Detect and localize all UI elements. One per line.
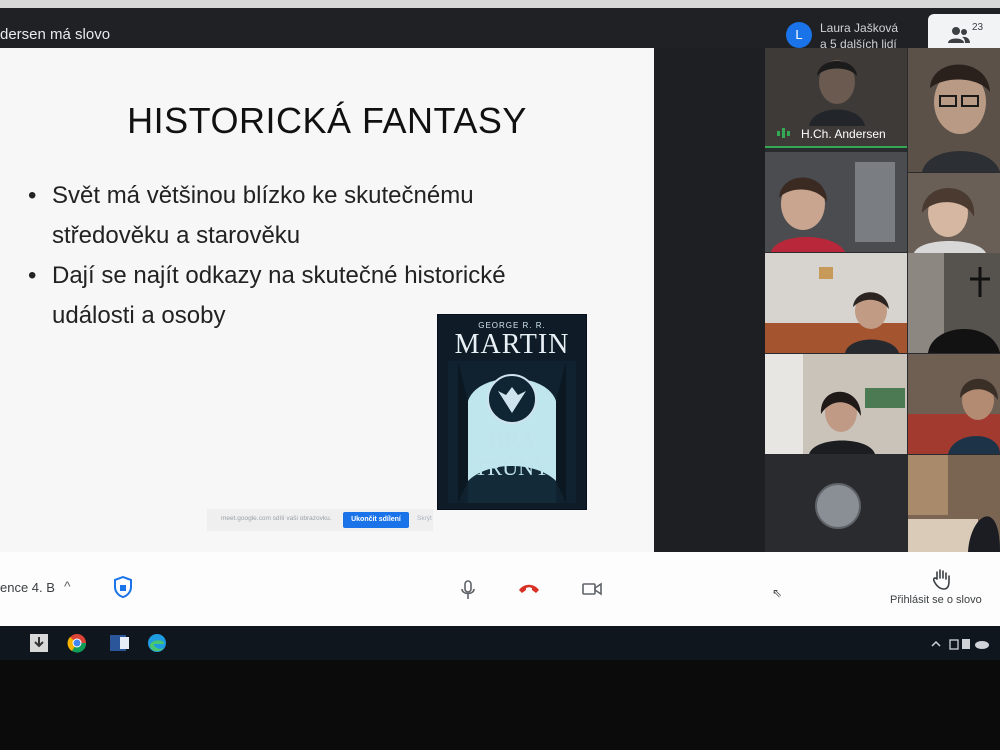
raise-hand-label[interactable]: Přihlásit se o slovo — [890, 594, 982, 606]
raise-hand-icon[interactable] — [932, 568, 952, 590]
share-notice: meet.google.com sdílí vaši obrazovku. — [221, 515, 332, 522]
stop-sharing-button[interactable]: Ukončit sdílení — [343, 512, 409, 528]
participant-tile[interactable] — [908, 455, 1000, 552]
bullet-dot: • — [28, 182, 37, 209]
os-taskbar — [0, 626, 1000, 660]
participant-video — [771, 162, 895, 252]
chevron-up-icon[interactable]: ^ — [64, 578, 71, 594]
browser-tab-strip — [0, 0, 1000, 8]
taskbar-edge-icon[interactable] — [142, 630, 172, 656]
participant-video — [908, 253, 1000, 353]
speaking-indicator-icon — [777, 128, 790, 138]
participant-video — [765, 267, 907, 353]
taskbar-word-icon[interactable] — [104, 630, 134, 656]
participant-video — [809, 60, 865, 126]
participant-avatar — [815, 483, 861, 529]
participant-video — [908, 455, 1000, 552]
meet-header: dersen má slovo L Laura Jašková a 5 dalš… — [0, 8, 1000, 56]
book-author: MARTIN — [454, 329, 570, 360]
participant-tile[interactable] — [908, 253, 1000, 353]
mouse-cursor-icon: ⇖ — [772, 586, 783, 600]
screen-share-bar: meet.google.com sdílí vaši obrazovku. Uk… — [207, 509, 433, 531]
participant-video — [765, 354, 905, 454]
participant-tile[interactable] — [765, 152, 907, 252]
meeting-controls: ence 4. B ^ ⇖ Přihlásit se o slovo — [0, 552, 1000, 626]
hang-up-icon[interactable] — [518, 582, 540, 594]
people-icon — [948, 27, 970, 43]
bullet-dot: • — [28, 262, 37, 289]
avatar: L — [786, 22, 812, 48]
people-count: 23 — [972, 22, 984, 33]
participant-video — [908, 378, 1000, 454]
participant-tile[interactable] — [765, 354, 907, 454]
participant-name: Laura Jašková — [820, 21, 899, 35]
hide-share-bar-link[interactable]: Skrýt — [417, 515, 432, 522]
book-cover-image: GEORGE R. R. MARTIN HRA TRŮNY — [437, 314, 587, 510]
active-speaker-bar — [765, 146, 907, 148]
shared-slide: HISTORICKÁ FANTASY • Svět má většinou bl… — [0, 48, 654, 552]
taskbar-chrome-icon[interactable] — [62, 630, 92, 656]
participant-tile[interactable] — [908, 48, 1000, 172]
participant-tile[interactable] — [765, 455, 907, 552]
book-title-line2: TRŮNY — [474, 455, 550, 480]
bullet-text: Svět má většinou blízko ke skutečnému st… — [52, 182, 474, 249]
participant-video — [922, 64, 1000, 172]
participant-tile[interactable] — [765, 253, 907, 353]
participant-name-label: H.Ch. Andersen — [801, 127, 886, 141]
participant-tile-speaking[interactable]: H.Ch. Andersen — [765, 48, 907, 148]
participant-video — [914, 187, 986, 253]
participant-grid: H.Ch. Andersen — [765, 48, 1000, 552]
book-title-line1: HRA — [488, 427, 536, 452]
system-tray-icons[interactable] — [930, 636, 990, 652]
participant-tile[interactable] — [908, 354, 1000, 454]
microphone-icon[interactable] — [460, 580, 476, 600]
taskbar-download-icon[interactable] — [24, 630, 54, 656]
slide-title: HISTORICKÁ FANTASY — [127, 100, 527, 141]
participant-tile[interactable] — [908, 173, 1000, 253]
meeting-details-label[interactable]: ence 4. B — [0, 580, 55, 595]
screen: dersen má slovo L Laura Jašková a 5 dalš… — [0, 0, 1000, 660]
meeting-title: dersen má slovo — [0, 26, 111, 43]
shield-icon[interactable] — [114, 576, 132, 598]
camera-icon[interactable] — [582, 582, 602, 596]
